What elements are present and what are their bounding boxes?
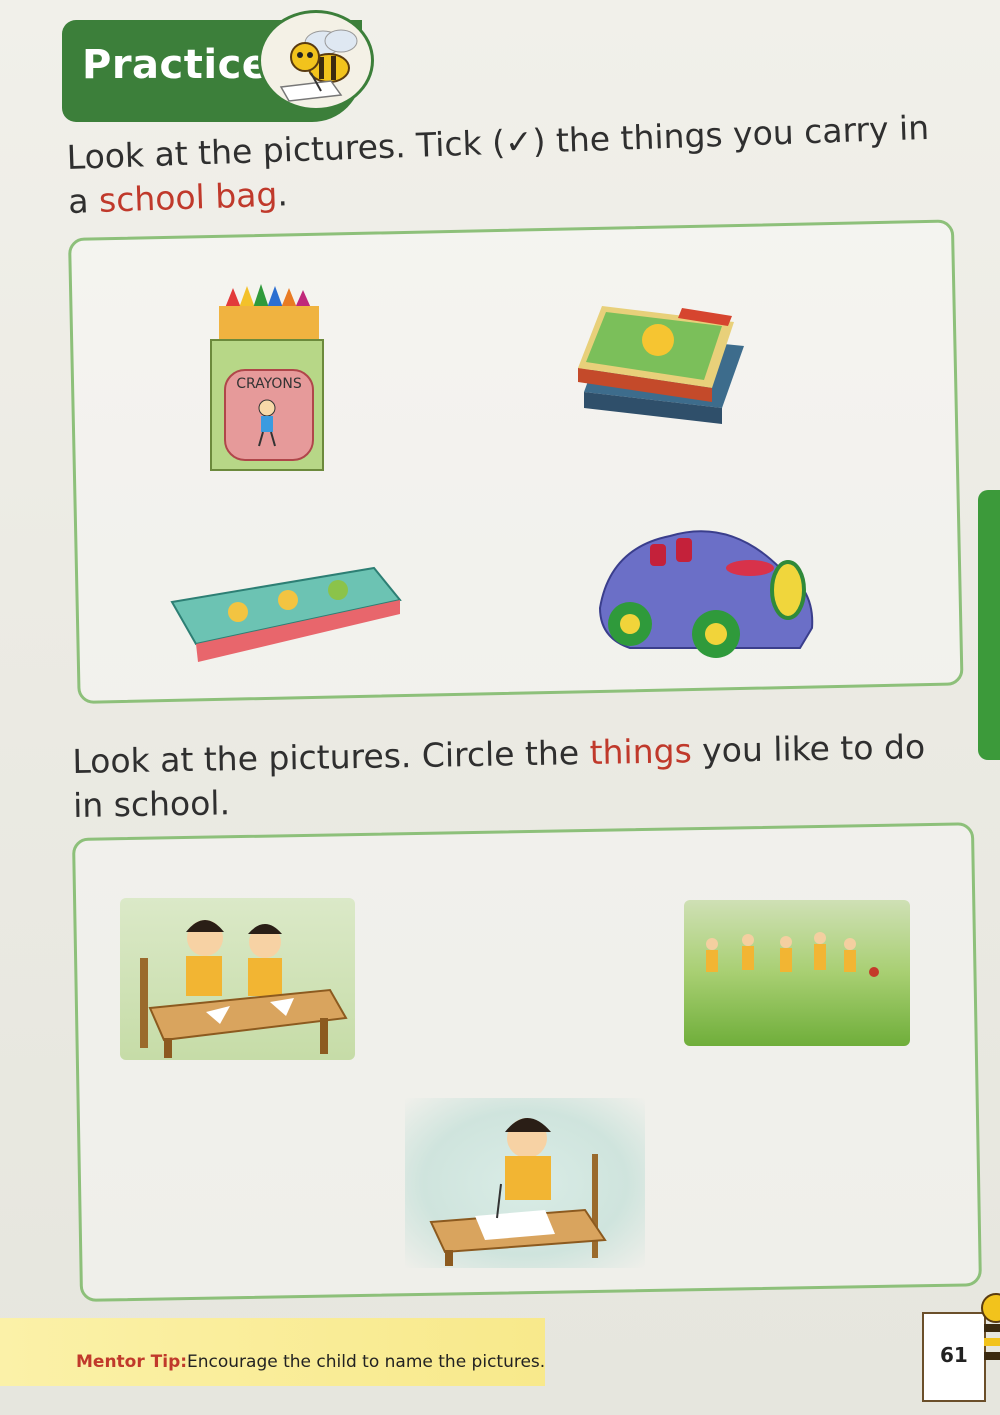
instruction-text: . xyxy=(276,174,289,214)
tick-symbol: ✓ xyxy=(504,121,534,162)
side-tab xyxy=(978,490,1000,760)
books-picture[interactable] xyxy=(572,296,752,444)
bee-corner-icon xyxy=(970,1282,1000,1382)
mentor-tip-label: Mentor Tip: xyxy=(76,1352,188,1372)
playing-football-picture[interactable] xyxy=(684,900,910,1046)
craft-activity-picture[interactable] xyxy=(120,898,355,1060)
drawing-activity-picture[interactable] xyxy=(405,1098,645,1268)
toy-car-picture[interactable] xyxy=(590,508,820,668)
instruction-tick: Look at the pictures. Tick (✓) the thing… xyxy=(66,106,931,224)
instruction-highlight: things xyxy=(589,731,693,772)
instruction-highlight: school bag xyxy=(98,174,278,220)
page-number: 61 xyxy=(940,1343,968,1367)
instruction-text: Look at the pictures. Circle the xyxy=(72,732,590,781)
crayons-label: CRAYONS xyxy=(236,376,302,392)
instruction-text: you like to do xyxy=(691,727,926,771)
mentor-tip-text: Encourage the child to name the pictures… xyxy=(187,1352,546,1372)
pencil-box-picture[interactable] xyxy=(168,548,404,670)
instruction-text: Look at the pictures. Tick ( xyxy=(66,122,506,177)
crayon-box-picture[interactable]: CRAYONS xyxy=(205,278,330,473)
instruction-text: in school. xyxy=(72,783,231,825)
instruction-circle: Look at the pictures. Circle the things … xyxy=(72,725,926,828)
instruction-text: ) the things you carry in xyxy=(531,107,930,161)
bee-mascot-icon xyxy=(258,10,374,111)
practice-title: Practice xyxy=(82,42,270,88)
instruction-text: a xyxy=(67,180,100,221)
